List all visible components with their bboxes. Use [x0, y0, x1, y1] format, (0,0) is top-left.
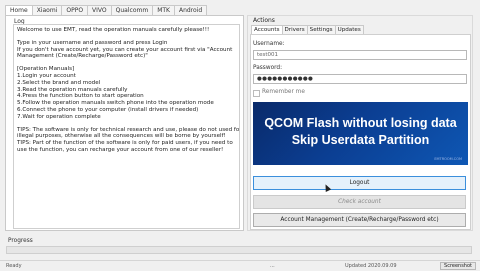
account-management-button[interactable]: Account Management (Create/Recharge/Pass…	[253, 213, 466, 227]
log-line: [Operation Manuals]	[17, 66, 75, 73]
tab-qualcomm[interactable]: Qualcomm	[110, 5, 154, 15]
log-line: 5.Follow the operation manuals switch ph…	[17, 100, 214, 107]
status-bar: Ready ... Updated 2020.09.09 Screenshot	[0, 260, 480, 271]
tab-android[interactable]: Android	[173, 5, 208, 15]
username-input[interactable]: test001	[253, 50, 467, 60]
tab-settings[interactable]: Settings	[306, 25, 336, 34]
username-label: Username:	[253, 41, 285, 47]
banner-subheadline: Skip Userdata Partition	[291, 133, 430, 147]
status-middle: ...	[270, 263, 275, 269]
log-line: TIPS: Part of the function of the softwa…	[17, 140, 233, 147]
log-line: TIPS: The software is only for technical…	[17, 126, 240, 133]
tab-drivers[interactable]: Drivers	[281, 25, 308, 34]
log-line: illegal purposes, otherwise all the cons…	[17, 133, 226, 140]
remember-me-label[interactable]: Remember me	[262, 89, 305, 95]
log-line: If you don't have account yet, you can c…	[17, 46, 233, 53]
log-line: 6.Connect the phone to your computer (in…	[17, 106, 199, 113]
log-line: 4.Press the function button to start ope…	[17, 93, 144, 100]
banner-watermark: EMTROOM.COM	[434, 157, 462, 161]
screenshot-button[interactable]: Screenshot	[440, 262, 476, 270]
log-line: Type in your username and password and p…	[17, 39, 168, 46]
log-line: 7.Wait for operation complete	[17, 113, 101, 120]
tab-updates[interactable]: Updates	[334, 25, 364, 34]
progress-bar	[6, 246, 472, 254]
remember-me-checkbox[interactable]	[253, 90, 260, 97]
log-line: 1.Login your account	[17, 72, 76, 79]
status-ready: Ready	[6, 263, 22, 269]
log-line: Management (Create/Recharge/Password etc…	[17, 53, 148, 60]
log-line: 3.Read the operation manuals carefully	[17, 86, 128, 93]
actions-group-title: Actions	[253, 17, 275, 24]
tab-oppo[interactable]: OPPO	[61, 5, 89, 15]
logout-button[interactable]: Logout	[253, 176, 466, 190]
check-account-button[interactable]: Check account	[253, 195, 466, 209]
tab-mtk[interactable]: MTK	[152, 5, 175, 15]
log-line: Welcome to use EMT, read the operation m…	[17, 27, 210, 33]
log-line: 2.Select the brand and model	[17, 79, 101, 86]
log-textbox[interactable]: Welcome to use EMT, read the operation m…	[13, 24, 240, 229]
status-updated: Updated 2020.09.09	[345, 263, 397, 269]
password-label: Password:	[253, 65, 283, 71]
tab-vivo[interactable]: VIVO	[87, 5, 112, 15]
log-line: use the function, you can recharge your …	[17, 146, 224, 153]
progress-label: Progress	[8, 238, 33, 244]
password-input[interactable]: ●●●●●●●●●●●	[253, 74, 467, 84]
promo-banner: QCOM Flash without losing data Skip User…	[253, 102, 468, 165]
banner-headline: QCOM Flash without losing data	[264, 116, 457, 130]
tab-xiaomi[interactable]: Xiaomi	[31, 5, 63, 15]
